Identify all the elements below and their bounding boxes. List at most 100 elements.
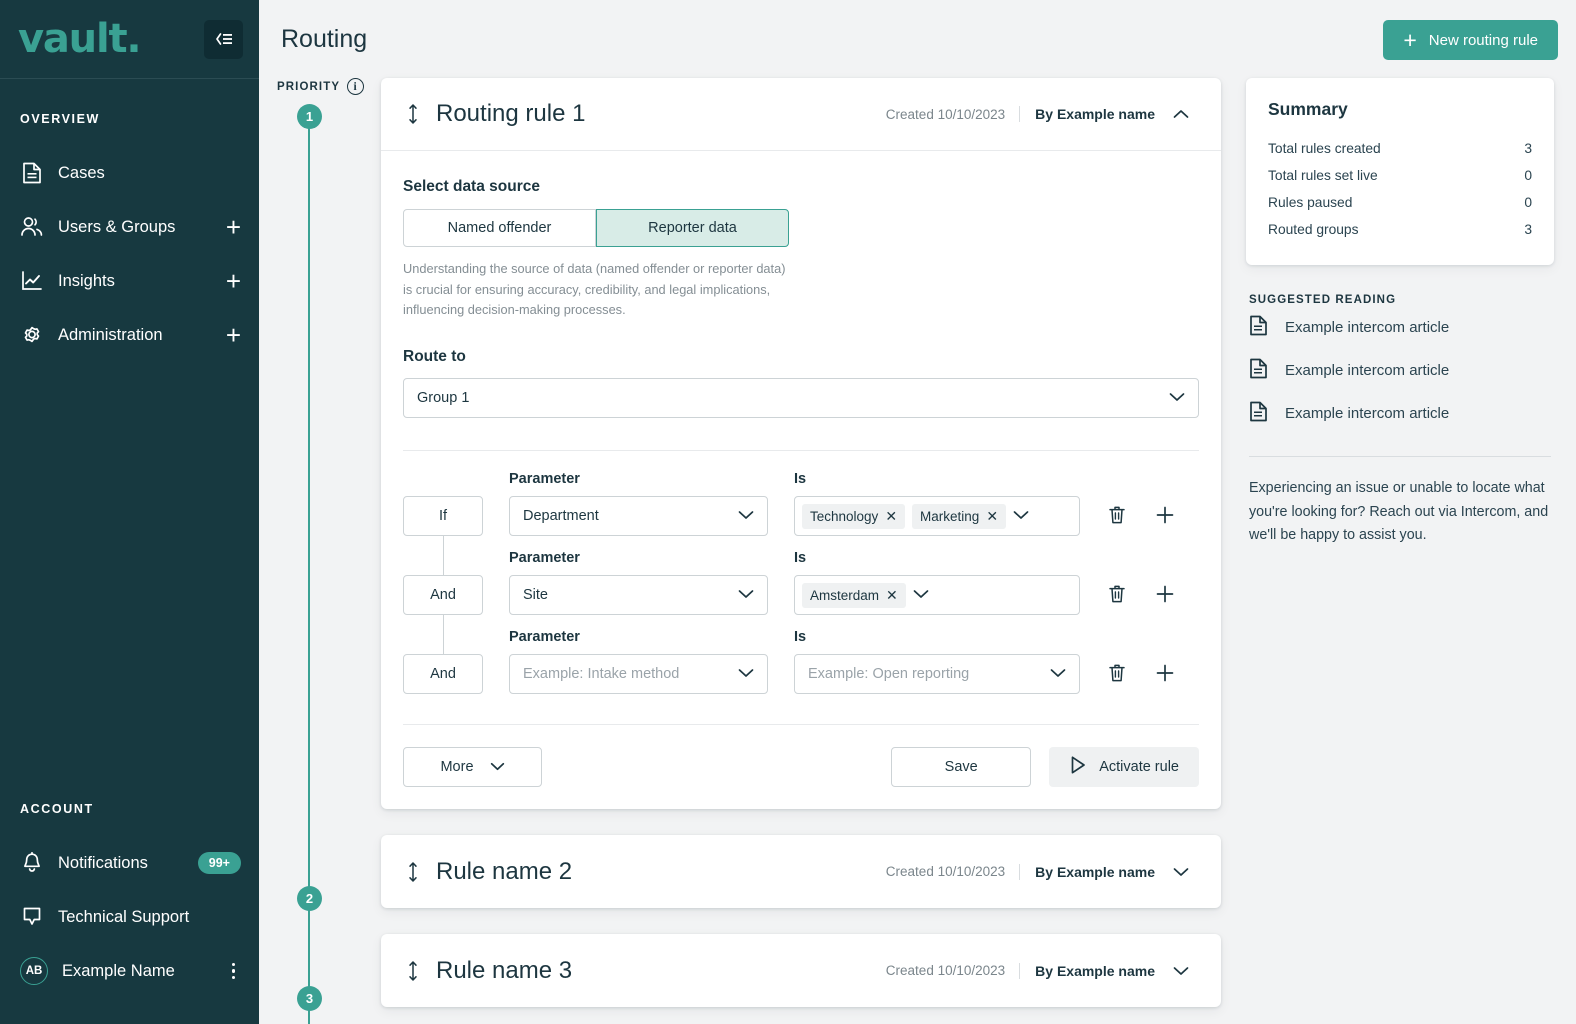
rule-1-author: By Example name: [1019, 106, 1155, 122]
condition-is-col: Is Example: Open reporting: [794, 629, 1080, 695]
condition-is-col: Is Technology ✕ Marketing ✕: [794, 471, 1080, 537]
chevron-down-icon: [1050, 666, 1066, 682]
sidebar-item-notifications[interactable]: Notifications 99+: [0, 836, 259, 890]
user-menu-kebab-icon[interactable]: [226, 959, 242, 984]
delete-condition-button[interactable]: [1106, 583, 1128, 605]
summary-row-label: Total rules created: [1268, 141, 1381, 156]
add-condition-button[interactable]: [1154, 662, 1176, 684]
value-tag[interactable]: Technology ✕: [802, 503, 906, 529]
add-condition-button[interactable]: [1154, 504, 1176, 526]
drag-handle-icon[interactable]: [403, 103, 423, 125]
value-tag[interactable]: Marketing ✕: [912, 503, 1007, 529]
add-insight-icon[interactable]: +: [226, 268, 241, 294]
collapse-menu-icon: [215, 33, 232, 45]
condition-parameter-select[interactable]: Site: [509, 575, 768, 616]
condition-parameter-col: Parameter Department: [509, 471, 768, 537]
rule-2-expand-button[interactable]: [1161, 867, 1201, 877]
condition-parameter-select[interactable]: Example: Intake method: [509, 654, 768, 695]
rule-1-header: Routing rule 1 Created 10/10/2023 By Exa…: [381, 78, 1221, 151]
sidebar-item-label: Insights: [58, 271, 115, 290]
remove-tag-icon[interactable]: ✕: [886, 588, 898, 602]
add-condition-button[interactable]: [1154, 583, 1176, 605]
value-tag[interactable]: Amsterdam ✕: [802, 582, 906, 608]
drag-handle-icon[interactable]: [403, 960, 423, 982]
sidebar-item-administration[interactable]: Administration +: [0, 308, 259, 362]
bell-icon: [20, 851, 44, 875]
route-to-select[interactable]: Group 1: [403, 378, 1199, 419]
summary-row-label: Routed groups: [1268, 222, 1359, 237]
rule-1-body: Select data source Named offender Report…: [381, 151, 1221, 809]
condition-row-actions: [1106, 662, 1176, 694]
suggested-article-link[interactable]: Example intercom article: [1246, 349, 1554, 392]
condition-operator-button[interactable]: And: [403, 575, 483, 616]
sidebar-item-label: Notifications: [58, 853, 148, 872]
summary-row: Rules paused 0: [1268, 189, 1532, 216]
info-icon[interactable]: i: [347, 78, 365, 95]
value-tag-label: Marketing: [920, 508, 980, 524]
priority-rail: PRIORITY i 1 2 3: [271, 78, 371, 1024]
suggested-article-link[interactable]: Example intercom article: [1246, 392, 1554, 435]
sidebar-item-users-groups[interactable]: Users & Groups +: [0, 200, 259, 254]
condition-parameter-value: Department: [523, 508, 599, 525]
drag-handle-icon[interactable]: [403, 861, 423, 883]
sidebar-item-technical-support[interactable]: Technical Support: [0, 890, 259, 944]
route-to-section: Route to Group 1: [403, 348, 1199, 419]
chat-icon: [20, 905, 44, 929]
routing-rule-card-2: Rule name 2 Created 10/10/2023 By Exampl…: [381, 835, 1221, 909]
routing-rule-card-1: Routing rule 1 Created 10/10/2023 By Exa…: [381, 78, 1221, 810]
condition-value-multiselect[interactable]: Technology ✕ Marketing ✕: [794, 496, 1080, 537]
condition-parameter-placeholder: Example: Intake method: [523, 666, 680, 683]
condition-value-multiselect[interactable]: Amsterdam ✕: [794, 575, 1080, 616]
remove-tag-icon[interactable]: ✕: [885, 509, 897, 523]
rule-3-title: Rule name 3: [436, 956, 573, 984]
gear-icon: [20, 323, 44, 347]
add-administration-icon[interactable]: +: [226, 322, 241, 348]
routing-rule-card-3: Rule name 3 Created 10/10/2023 By Exampl…: [381, 934, 1221, 1008]
priority-node-3: 3: [297, 986, 322, 1011]
summary-card: Summary Total rules created 3 Total rule…: [1246, 78, 1554, 265]
suggested-article-label: Example intercom article: [1285, 362, 1450, 379]
summary-row-value: 0: [1524, 168, 1532, 183]
new-routing-rule-button[interactable]: + New routing rule: [1383, 20, 1558, 60]
chevron-down-icon: [1169, 390, 1185, 406]
data-source-section: Select data source Named offender Report…: [403, 178, 1199, 321]
condition-operator-button[interactable]: If: [403, 496, 483, 537]
value-tag-label: Amsterdam: [810, 587, 880, 603]
summary-row-value: 0: [1524, 195, 1532, 210]
save-button[interactable]: Save: [891, 747, 1032, 788]
priority-label: PRIORITY: [277, 80, 341, 93]
rule-3-header[interactable]: Rule name 3 Created 10/10/2023 By Exampl…: [381, 934, 1221, 1007]
data-source-option-named-offender[interactable]: Named offender: [403, 209, 596, 247]
condition-parameter-value: Site: [523, 587, 548, 604]
sidebar-item-user-profile[interactable]: AB Example Name: [0, 944, 259, 998]
parameter-column-header: Parameter: [509, 550, 580, 567]
remove-tag-icon[interactable]: ✕: [986, 509, 998, 523]
data-source-helper-text: Understanding the source of data (named …: [403, 261, 786, 318]
is-column-header: Is: [794, 550, 807, 567]
suggested-article-link[interactable]: Example intercom article: [1246, 306, 1554, 349]
activate-rule-button[interactable]: Activate rule: [1049, 747, 1199, 788]
delete-condition-button[interactable]: [1106, 504, 1128, 526]
sidebar-overview-label: OVERVIEW: [20, 112, 100, 126]
condition-operator-col: And: [403, 575, 483, 616]
condition-operator-button[interactable]: And: [403, 654, 483, 695]
more-button[interactable]: More: [403, 747, 542, 788]
sidebar-collapse-button[interactable]: [204, 19, 243, 59]
sidebar-item-insights[interactable]: Insights +: [0, 254, 259, 308]
add-user-group-icon[interactable]: +: [226, 214, 241, 240]
condition-value-select[interactable]: Example: Open reporting: [794, 654, 1080, 695]
rule-2-header[interactable]: Rule name 2 Created 10/10/2023 By Exampl…: [381, 835, 1221, 908]
data-source-option-reporter-data[interactable]: Reporter data: [596, 209, 789, 247]
rule-3-expand-button[interactable]: [1161, 966, 1201, 976]
summary-row: Routed groups 3: [1268, 216, 1532, 243]
route-to-value: Group 1: [417, 390, 470, 407]
sidebar-item-cases[interactable]: Cases: [0, 146, 259, 200]
condition-operator-col: And: [403, 654, 483, 695]
suggested-article-label: Example intercom article: [1285, 319, 1450, 336]
rule-1-collapse-button[interactable]: [1161, 109, 1201, 119]
chart-line-icon: [20, 269, 44, 293]
delete-condition-button[interactable]: [1106, 662, 1128, 684]
document-icon: [1249, 401, 1268, 426]
condition-parameter-select[interactable]: Department: [509, 496, 768, 537]
